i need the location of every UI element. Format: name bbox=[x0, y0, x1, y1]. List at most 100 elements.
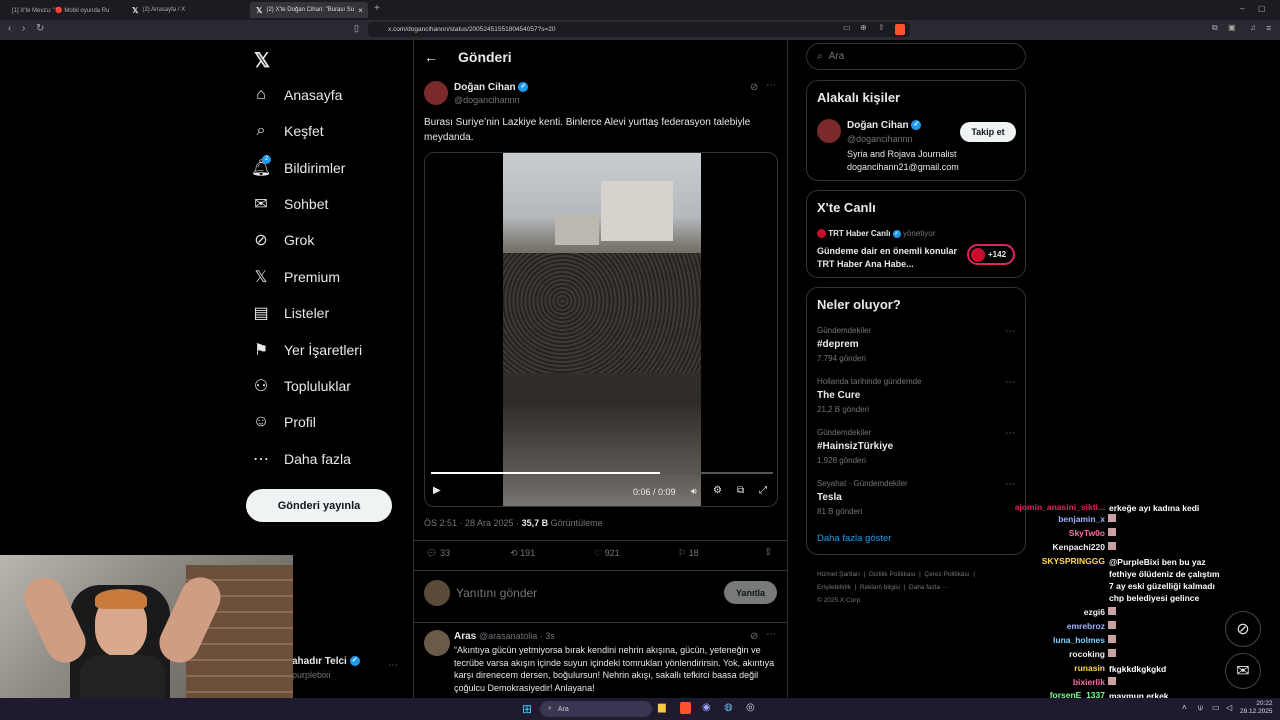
taskbar-search[interactable]: ⌕ Ara bbox=[540, 701, 652, 717]
more-icon[interactable]: ⋯ bbox=[1005, 326, 1015, 337]
folder-icon[interactable]: ▆ bbox=[658, 702, 666, 713]
video-progress-track[interactable] bbox=[431, 472, 773, 474]
trend-item[interactable]: Gündemdekiler #HainsizTürkiye 1.928 gönd… bbox=[817, 428, 1017, 465]
reply-submit-button[interactable]: Yanıtla bbox=[724, 581, 777, 604]
messages-floating-button[interactable]: ✉ bbox=[1225, 653, 1261, 689]
share-icon[interactable]: ⇪ bbox=[878, 23, 885, 32]
sidebar-item-profile[interactable]: ☺ Profil bbox=[252, 413, 316, 431]
trend-item[interactable]: Seyahat · Gündemdekiler Tesla 81 B gönde… bbox=[817, 479, 1017, 516]
fullscreen-icon[interactable]: ⤢ bbox=[759, 485, 767, 496]
show-more-link[interactable]: Daha fazla göster bbox=[817, 533, 891, 544]
footer-link[interactable]: Erişilebilirlik bbox=[817, 584, 851, 591]
sidebar-item-explore[interactable]: ⌕ Keşfet bbox=[252, 122, 324, 140]
grok-icon[interactable]: ⊘ bbox=[750, 82, 758, 93]
reader-icon[interactable]: ▭ bbox=[843, 23, 851, 32]
sidebar-item-premium[interactable]: 𝕏 Premium bbox=[252, 268, 340, 286]
chat-username[interactable]: benjamin_x bbox=[1000, 514, 1105, 524]
post-button[interactable]: Gönderi yayınla bbox=[246, 489, 392, 522]
chat-username[interactable]: bixierlik bbox=[1000, 677, 1105, 687]
chat-username[interactable]: Kenpachi220 bbox=[1000, 542, 1105, 552]
more-icon[interactable]: ⋯ bbox=[766, 629, 776, 640]
more-icon[interactable]: ⋯ bbox=[1005, 428, 1015, 439]
grok-floating-button[interactable]: ⊘ bbox=[1225, 611, 1261, 647]
settings-icon[interactable]: ⚙ bbox=[713, 485, 722, 496]
chat-username[interactable]: ajomin_anasini_sikti... bbox=[1000, 502, 1105, 512]
clock[interactable]: 20:22 28.12.2025 bbox=[1240, 700, 1273, 716]
footer-link[interactable]: Hizmet Şartları bbox=[817, 571, 860, 578]
back-icon[interactable]: ‹ bbox=[8, 23, 11, 34]
sidebar-item-lists[interactable]: ▤ Listeler bbox=[252, 304, 329, 322]
related-name[interactable]: Doğan Cihan ✓ bbox=[847, 120, 922, 131]
chat-username[interactable]: emrebroz bbox=[1000, 621, 1105, 631]
sidebar-item-communities[interactable]: ⚇ Topluluklar bbox=[252, 377, 351, 395]
repost-button[interactable]: ⟲ 191 bbox=[510, 548, 535, 559]
live-text[interactable]: Gündeme dair en önemli konular TRT Haber… bbox=[817, 245, 959, 270]
url-field[interactable]: x.com/dogancihannn/status/20052451551804… bbox=[368, 22, 910, 37]
grok-icon[interactable]: ⊘ bbox=[750, 631, 758, 642]
forward-icon[interactable]: › bbox=[22, 23, 25, 34]
brave-icon[interactable] bbox=[680, 702, 691, 714]
reload-icon[interactable]: ↻ bbox=[36, 23, 44, 34]
reply-author-line[interactable]: Aras @arasanatolia · 3s bbox=[454, 631, 555, 642]
live-listeners[interactable]: +142 bbox=[967, 244, 1015, 265]
extensions-icon[interactable]: ⧉ bbox=[1212, 23, 1218, 33]
network-icon[interactable]: ▭ bbox=[1212, 703, 1220, 712]
live-host[interactable]: TRT Haber Canlı ✓ yönetiyor bbox=[817, 229, 935, 239]
windows-start-icon[interactable]: ⊞ bbox=[522, 702, 532, 716]
media-icon[interactable]: ♫ bbox=[1250, 23, 1256, 32]
bookmark-button[interactable]: ⚐ 18 bbox=[678, 548, 699, 559]
minimize-icon[interactable]: – bbox=[1240, 4, 1244, 13]
reply-button[interactable]: 💬︎ 33 bbox=[426, 548, 450, 559]
zoom-icon[interactable]: ⊕ bbox=[860, 23, 867, 32]
like-button[interactable]: ♡ 921 bbox=[594, 548, 620, 559]
sidebar-item-notifications[interactable]: 🔔︎ 2 Bildirimler bbox=[251, 155, 345, 177]
video-player[interactable]: ▶ 0:06 / 0:09 🔊︎ ⚙ ⧉ ⤢ bbox=[424, 152, 778, 507]
chat-username[interactable]: rocoking bbox=[1000, 649, 1105, 659]
sidebar-item-chat[interactable]: ✉ Sohbet bbox=[252, 195, 328, 213]
chevron-up-icon[interactable]: ˄ bbox=[1182, 703, 1187, 712]
volume-icon[interactable]: 🔊︎ bbox=[691, 486, 697, 497]
mic-icon[interactable]: ⍦ bbox=[1198, 703, 1203, 713]
play-icon[interactable]: ▶ bbox=[433, 485, 441, 496]
more-icon[interactable]: ⋯ bbox=[766, 80, 776, 91]
steam-icon[interactable]: ◍ bbox=[724, 702, 733, 713]
chat-username[interactable]: ezgi6 bbox=[1000, 607, 1105, 617]
browser-tab-active[interactable]: 𝕏 (2) X'te Doğan Cihan: "Burası Su × bbox=[250, 2, 368, 18]
pip-icon[interactable]: ⧉ bbox=[737, 485, 744, 496]
x-logo-icon[interactable]: 𝕏 bbox=[254, 48, 270, 73]
sidebar-item-home[interactable]: ⌂ Anasayfa bbox=[252, 86, 342, 104]
volume-icon[interactable]: ◁ bbox=[1226, 703, 1232, 712]
browser-tab[interactable]: 𝕏 (2) Anasayfa / X bbox=[126, 2, 244, 18]
close-icon[interactable]: × bbox=[358, 6, 368, 15]
footer-link[interactable]: Reklam bilgisi bbox=[860, 584, 900, 591]
sidebar-icon[interactable]: ▣ bbox=[1228, 23, 1236, 32]
sidebar-item-bookmarks[interactable]: ⚑ Yer İşaretleri bbox=[252, 341, 362, 359]
sidebar-item-more[interactable]: ⋯ Daha fazla bbox=[252, 450, 351, 468]
back-arrow-icon[interactable]: ← bbox=[424, 49, 438, 65]
account-name[interactable]: ahadır Telci ✓ bbox=[292, 656, 360, 667]
search-input[interactable]: ⌕ Ara bbox=[806, 43, 1026, 70]
footer-link[interactable]: Daha fazla ··· bbox=[909, 584, 948, 591]
chat-username[interactable]: luna_holmes bbox=[1000, 635, 1105, 645]
chat-username[interactable]: runasin bbox=[1000, 663, 1105, 673]
avatar[interactable] bbox=[424, 81, 448, 105]
discord-icon[interactable]: ◉ bbox=[702, 702, 711, 713]
avatar[interactable] bbox=[424, 630, 450, 656]
trend-item[interactable]: Hollanda tarihinde gündemde The Cure 21,… bbox=[817, 377, 1017, 414]
reply-input[interactable]: Yanıtını gönder bbox=[456, 586, 537, 600]
obs-icon[interactable]: ◎ bbox=[746, 702, 755, 713]
footer-link[interactable]: Çerez Politikası bbox=[924, 571, 969, 578]
post-handle[interactable]: @dogancihannn bbox=[454, 95, 520, 105]
more-icon[interactable]: ⋯ bbox=[1005, 377, 1015, 388]
brave-shield-icon[interactable] bbox=[895, 24, 905, 35]
avatar[interactable] bbox=[817, 119, 841, 143]
menu-icon[interactable]: ≡ bbox=[1266, 23, 1271, 33]
maximize-icon[interactable]: ▢ bbox=[1258, 4, 1266, 13]
share-icon[interactable]: ⇪ bbox=[764, 547, 772, 558]
footer-link[interactable]: Gizlilik Politikası bbox=[869, 571, 916, 578]
post-author[interactable]: Doğan Cihan ✓ bbox=[454, 82, 529, 93]
account-more-icon[interactable]: ⋯ bbox=[388, 660, 398, 671]
bookmark-page-icon[interactable]: ▯ bbox=[354, 23, 359, 34]
sidebar-item-grok[interactable]: ⊘ Grok bbox=[252, 231, 314, 249]
more-icon[interactable]: ⋯ bbox=[1005, 479, 1015, 490]
